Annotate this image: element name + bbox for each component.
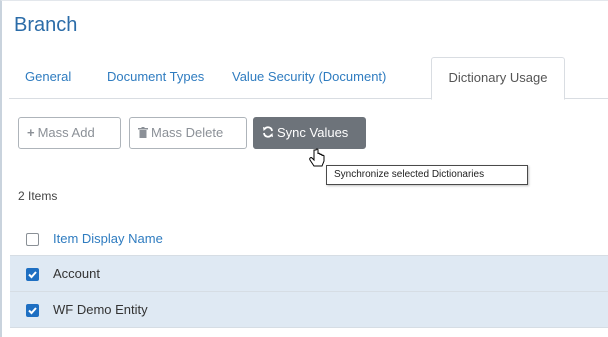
sync-values-label: Sync Values	[277, 125, 349, 140]
sync-values-button[interactable]: Sync Values	[253, 117, 366, 149]
sync-icon	[262, 118, 274, 148]
mass-add-label: Mass Add	[37, 125, 95, 140]
tab-dictionary-usage[interactable]: Dictionary Usage	[431, 57, 565, 100]
items-grid: Item Display Name Account WF Demo Entity	[10, 221, 608, 328]
plus-icon: +	[27, 125, 35, 140]
mass-delete-button[interactable]: Mass Delete	[129, 117, 247, 149]
mass-add-button[interactable]: + Mass Add	[18, 117, 121, 149]
trash-icon	[138, 118, 148, 148]
tab-bar: General Document Types Value Security (D…	[9, 57, 608, 100]
sync-tooltip: Synchronize selected Dictionaries	[326, 165, 528, 185]
mass-delete-label: Mass Delete	[151, 125, 224, 140]
row-checkbox[interactable]	[26, 304, 39, 317]
tab-value-security[interactable]: Value Security (Document)	[220, 57, 398, 99]
tab-document-types[interactable]: Document Types	[95, 57, 216, 99]
table-row[interactable]: WF Demo Entity	[10, 292, 608, 328]
select-all-checkbox[interactable]	[26, 233, 39, 246]
tab-general[interactable]: General	[13, 57, 83, 99]
item-display-name: WF Demo Entity	[53, 302, 148, 317]
grid-header-row: Item Display Name	[10, 221, 608, 256]
item-count: 2 Items	[18, 189, 58, 203]
table-row[interactable]: Account	[10, 256, 608, 292]
row-checkbox[interactable]	[26, 268, 39, 281]
column-header-item-display-name[interactable]: Item Display Name	[53, 221, 163, 256]
hand-cursor-icon	[309, 148, 325, 167]
page-title: Branch	[14, 14, 78, 36]
item-display-name: Account	[53, 266, 100, 281]
